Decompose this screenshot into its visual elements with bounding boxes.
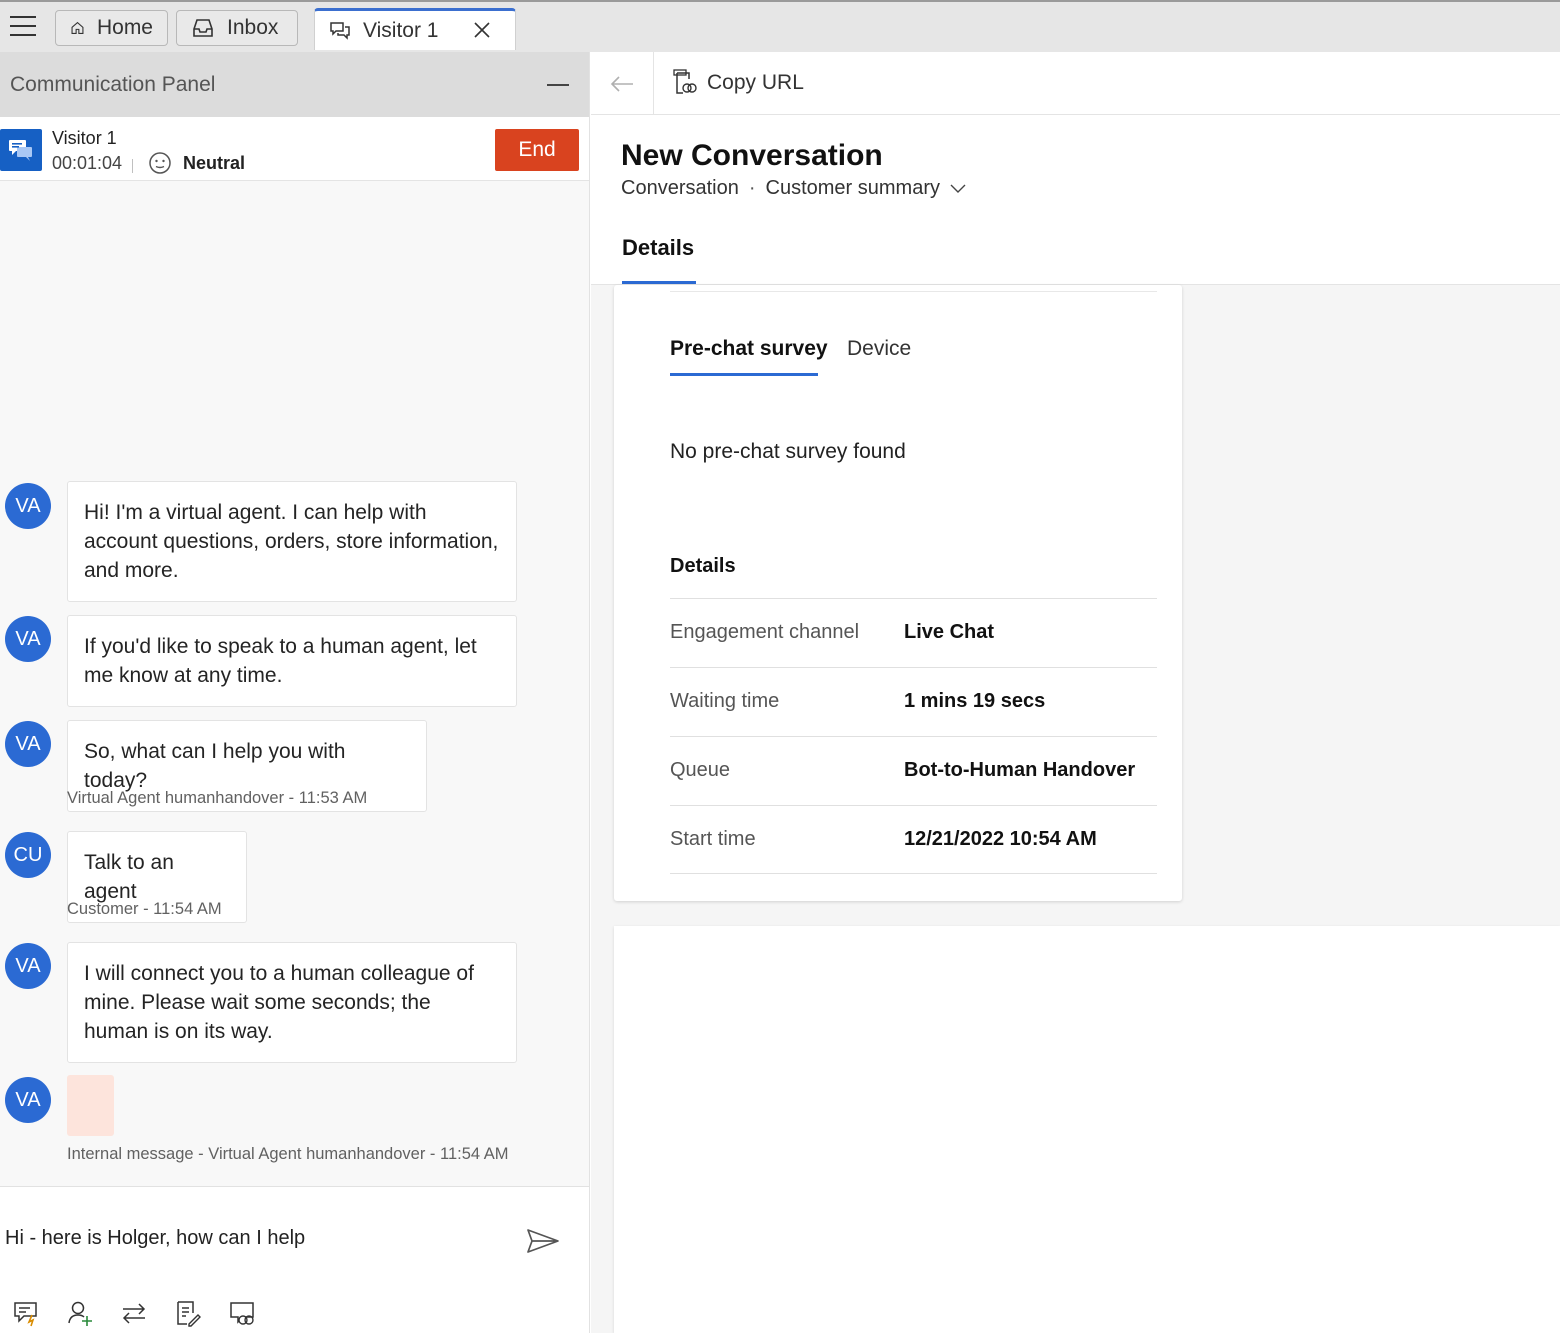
back-button[interactable] — [591, 52, 654, 115]
tab-label: Home — [96, 16, 153, 39]
field-label: Waiting time — [670, 690, 780, 712]
page-title: New Conversation — [621, 139, 883, 172]
tab-pre-chat-survey[interactable]: Pre-chat survey — [670, 337, 828, 361]
record-header: New Conversation Conversation · Customer… — [591, 115, 1560, 285]
entity-name: Conversation — [621, 177, 739, 199]
chat-message: If you'd like to speak to a human agent,… — [67, 615, 517, 707]
visitor-name: Visitor 1 — [52, 128, 117, 148]
compose-area: Hi - here is Holger, how can I help — [0, 1186, 589, 1333]
copy-url-icon — [673, 69, 697, 94]
divider — [670, 291, 1157, 292]
quick-replies-icon[interactable] — [12, 1299, 40, 1332]
tab-underline — [622, 281, 696, 284]
empty-card — [614, 926, 1560, 1333]
tab-inbox[interactable]: Inbox — [176, 10, 298, 46]
field-label: Engagement channel — [670, 621, 860, 643]
back-arrow-icon — [610, 75, 633, 92]
message-input[interactable]: Hi - here is Holger, how can I help — [5, 1227, 305, 1250]
sentiment-label: Neutral — [183, 153, 246, 173]
message-meta: Virtual Agent humanhandover - 11:53 AM — [67, 789, 368, 807]
detail-row: Queue Bot-to-Human Handover — [670, 736, 1157, 805]
tab-bar: Home Inbox Visitor 1 — [0, 0, 1560, 52]
detail-row: Start time 12/21/2022 10:54 AM — [670, 805, 1157, 874]
avatar: CU — [5, 832, 51, 878]
tab-underline — [670, 373, 818, 376]
field-value: Live Chat — [904, 621, 995, 643]
tab-label: Visitor 1 — [363, 18, 439, 42]
hamburger-menu-icon[interactable] — [10, 16, 36, 36]
record-panel: Copy URL New Conversation Conversation ·… — [591, 52, 1560, 1333]
chevron-down-icon[interactable] — [950, 184, 966, 194]
compose-toolbar — [0, 1299, 589, 1329]
section-title: Details — [670, 555, 736, 577]
chat-message: I will connect you to a human colleague … — [67, 942, 517, 1063]
panel-title: Communication Panel — [10, 72, 216, 96]
record-subtitle: Conversation · Customer summary — [621, 177, 966, 200]
form-selector[interactable]: Customer summary — [766, 177, 940, 200]
message-meta: Internal message - Virtual Agent humanha… — [67, 1145, 509, 1163]
detail-row: Waiting time 1 mins 19 secs — [670, 667, 1157, 736]
separator: · — [748, 177, 756, 199]
survey-card: Pre-chat survey Device No pre-chat surve… — [614, 285, 1182, 901]
avatar: VA — [5, 943, 51, 989]
field-label: Queue — [670, 759, 731, 781]
chat-icon — [330, 21, 350, 40]
minimize-icon[interactable] — [547, 84, 569, 86]
chat-message: Hi! I'm a virtual agent. I can help with… — [67, 481, 517, 602]
field-value: 12/21/2022 10:54 AM — [904, 828, 1097, 850]
divider — [132, 159, 133, 173]
close-icon[interactable] — [473, 21, 491, 39]
tab-visitor-1[interactable]: Visitor 1 — [314, 8, 516, 50]
chat-link-icon[interactable] — [228, 1299, 256, 1332]
tab-home[interactable]: Home — [55, 10, 168, 46]
avatar: VA — [5, 1077, 51, 1123]
transfer-icon[interactable] — [120, 1299, 148, 1332]
communication-panel: Communication Panel Visitor 1 00:01:04 N… — [0, 52, 590, 1333]
avatar: VA — [5, 721, 51, 767]
tab-device[interactable]: Device — [847, 337, 911, 361]
communication-panel-header: Communication Panel — [0, 52, 589, 117]
end-conversation-button[interactable]: End — [495, 129, 579, 171]
copy-url-button[interactable]: Copy URL — [671, 69, 804, 97]
session-timer: 00:01:04 — [52, 153, 123, 173]
avatar: VA — [5, 616, 51, 662]
visitor-session-bar: Visitor 1 00:01:04 Neutral End — [0, 117, 589, 181]
notes-icon[interactable] — [174, 1299, 202, 1332]
empty-state-text: No pre-chat survey found — [670, 440, 906, 463]
detail-row: Engagement channel Live Chat — [670, 598, 1157, 667]
field-label: Start time — [670, 828, 756, 850]
field-value: Bot-to-Human Handover — [904, 759, 1136, 781]
tab-details[interactable]: Details — [622, 235, 694, 261]
consult-icon[interactable] — [66, 1299, 94, 1332]
tab-label: Inbox — [227, 16, 279, 39]
send-icon[interactable] — [526, 1227, 560, 1255]
message-meta: Customer - 11:54 AM — [67, 900, 222, 918]
internal-message — [67, 1075, 114, 1136]
chat-channel-icon — [0, 129, 42, 171]
command-bar: Copy URL — [591, 52, 1560, 115]
home-icon — [71, 21, 84, 34]
copy-url-label: Copy URL — [707, 71, 804, 94]
neutral-face-icon — [149, 152, 171, 174]
avatar: VA — [5, 483, 51, 529]
field-value: 1 mins 19 secs — [904, 690, 1046, 712]
inbox-icon — [193, 19, 213, 37]
